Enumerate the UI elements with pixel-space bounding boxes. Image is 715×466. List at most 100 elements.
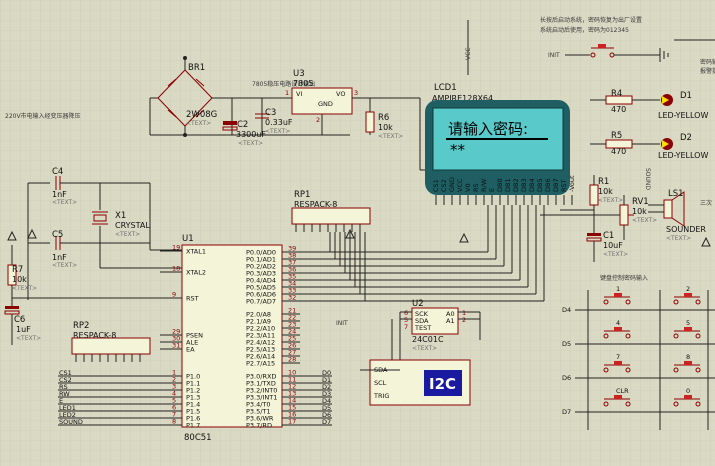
keypad-key-label: 5 [686,319,690,327]
lcd-pin-label: DB2 [512,178,520,192]
u1-value: 80C51 [184,433,212,443]
c1-value: 10uF [603,241,623,250]
rv1-ref: RV1 [632,197,649,207]
note-keypad: 键盘控制密码输入 [600,274,648,282]
r1-text: <TEXT> [598,197,623,204]
r7-text: <TEXT> [12,285,37,292]
lcd-pin-label: -Vout [568,175,576,192]
note-right-2: 报警提示 [700,67,715,75]
u1-right-pin-name: P0.7/AD7 [246,298,276,306]
u1-left-pin-name: RST [186,295,199,303]
lcd-pin-label: RS [472,183,480,192]
i2c-pin-scl: SCL [374,379,387,387]
lcd-pin-label: DB3 [520,178,528,192]
d2-value: LED-YELLOW [658,151,708,160]
u1-right-pin-name: P3.7/RD [246,422,272,430]
u1-left-pin-num: 31 [172,342,180,350]
lcd-pin-label: DB6 [544,178,552,192]
c6-ref: C6 [14,315,25,325]
u3-pin3: 3 [354,89,358,97]
led-d1[interactable] [661,94,673,106]
u3-pin1: 1 [285,89,289,97]
r4-ref: R4 [611,89,622,99]
lcd-line1: 请输入密码: [448,120,528,138]
resistor-pack-rp2[interactable] [71,337,151,355]
u1-left-pin-num: 18 [172,265,180,273]
u2-pin7: 7 [404,323,408,331]
rp2-ref: RP2 [73,321,89,331]
u2-pin-a1: A1 [446,317,455,325]
lcd-pin-label: RST [560,179,568,192]
rp1-value: RESPACK-8 [294,200,337,209]
led-d2[interactable] [661,138,673,150]
ls1-ref: LS1 [668,189,684,199]
lcd-pin-label: GND [448,177,456,192]
lcd-pin-label: VCC [456,178,464,192]
c1-text: <TEXT> [603,251,628,258]
c2-text: <TEXT> [238,140,263,147]
keypad-key-label: CLR [616,387,629,395]
u1-right-pin-num: 17 [288,418,296,426]
lcd-pin-label: V0 [464,183,472,192]
lcd-line2: ** [450,141,466,159]
lcd-pin-label: E [488,188,496,192]
u1-left-pin-name: XTAL1 [186,248,206,256]
r4-value: 470 [611,105,626,114]
u3-gnd: GND [318,100,333,108]
r6-value: 10k [378,123,393,132]
ls1-text: <TEXT> [666,235,691,242]
u1-right-pin-name: P2.7/A15 [246,360,275,368]
lcd-pin-label: DB4 [528,178,536,192]
c3-value: 0.33uF [265,118,293,127]
keypad-key-label: 1 [616,285,620,293]
r7-value: 10k [12,275,27,284]
keypad-row-label: D6 [562,374,571,382]
lcd-pin-label: DB1 [504,178,512,192]
r1-value: 10k [598,187,613,196]
keypad-key-label: 4 [616,319,620,327]
resistor-r6[interactable] [365,111,375,133]
lcd-pin-label: DB7 [552,178,560,192]
note-power-input: 220V市电输入经变压器降压 [5,112,81,120]
c3-ref: C3 [265,108,276,118]
u2-pin2: 2 [462,316,466,324]
u3-pin2: 2 [316,116,320,124]
lcd-pin-label: R/W [480,178,488,192]
potentiometer-rv1[interactable] [619,204,629,226]
r7-ref: R7 [12,265,23,275]
r6-text: <TEXT> [378,133,403,140]
u1-ref: U1 [182,234,194,244]
rp1-ref: RP1 [294,190,310,200]
p1-net-label: SOUND [59,418,83,426]
lcd-pin-label: CS1 [432,179,440,192]
u3-value: 7805 [293,79,313,88]
r6-ref: R6 [378,113,389,123]
note-top-right-2: 系统启动后使用，密码为012345 [540,26,629,34]
lcd1-ref: LCD1 [434,83,457,93]
u1-left-pin-num: 9 [172,291,176,299]
resistor-pack-rp1[interactable] [291,207,371,225]
c6-text: <TEXT> [16,335,41,342]
resistor-r1[interactable] [589,184,599,206]
init-label-top: INIT [548,52,560,59]
c5-ref: C5 [52,230,63,240]
u1-right-pin-num: 32 [288,294,296,302]
br1-value: 2W08G [186,110,217,120]
u1-left-pin-name: P1.7 [186,422,200,430]
x1-value: CRYSTAL [115,221,150,230]
vcc-label: VCC [465,48,472,60]
u1-left-pin-num: 19 [172,244,180,252]
i2c-pin-trig: TRIG [373,392,389,400]
c2-value: 3300uF [236,130,266,139]
lcd-pin-label: CS2 [440,179,448,192]
ls1-value: SOUNDER [666,225,706,234]
keypad-key-label: 2 [686,285,690,293]
u2-ref: U2 [412,299,424,309]
u1-right-pin-num: 28 [288,356,296,364]
r1-ref: R1 [598,177,609,187]
keypad-key-label: 7 [616,353,620,361]
c1-ref: C1 [603,231,614,241]
init-net-label: INIT [336,320,348,327]
u1-left-pin-num: 8 [172,418,176,426]
u2-pin-test: TEST [414,324,431,332]
